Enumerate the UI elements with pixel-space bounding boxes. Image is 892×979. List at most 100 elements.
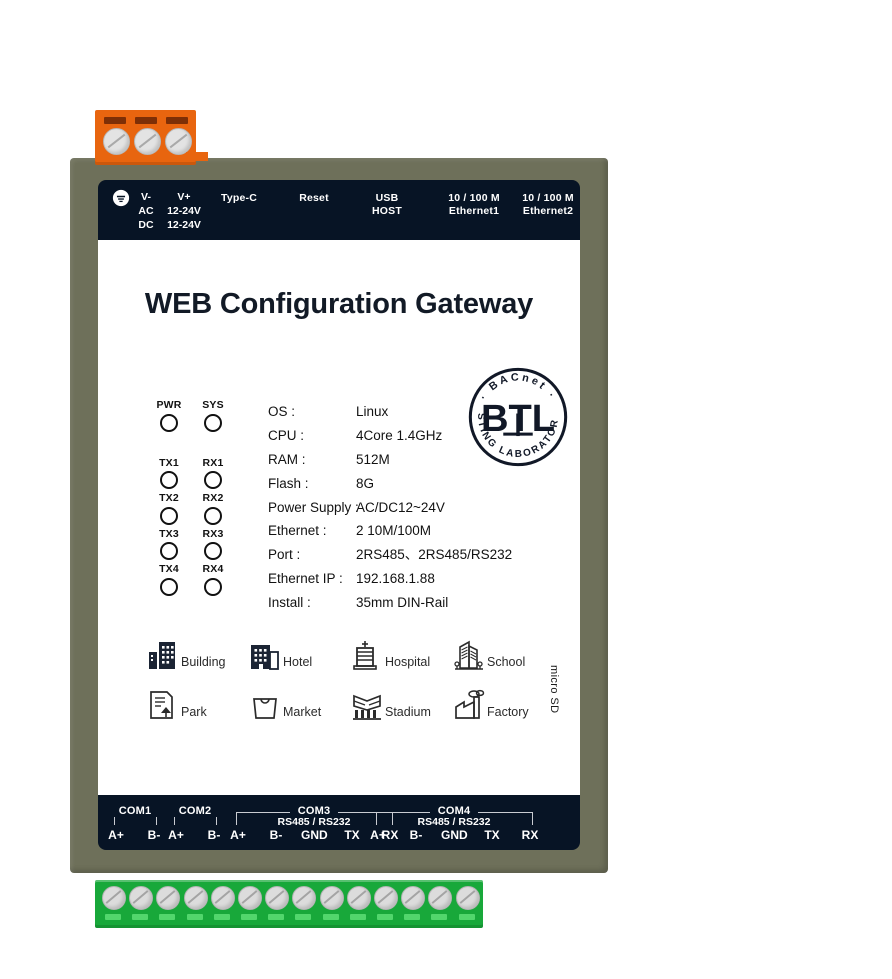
market-icon [248,688,282,722]
terminal-screw[interactable] [292,886,317,910]
led-dot-rx2 [204,506,222,525]
group-bracket-leg [376,812,377,825]
terminal-slot [322,914,339,920]
stadium-icon [350,688,384,722]
power-label-dc: DC [138,219,154,232]
led-pwr: PWR [156,399,182,432]
application-label: Factory [487,705,529,719]
application-icon-row: Building Hotel Hospital School [146,638,566,672]
terminal-pin-label: B- [409,828,423,842]
terminal-slot [135,117,157,124]
terminal-screw[interactable] [346,886,371,910]
terminal-slot [377,914,393,920]
application-label: Building [181,655,226,669]
terminal-screw[interactable] [455,886,480,910]
application-item: Stadium [350,688,452,722]
port-label-ethernet2: 10 / 100 M Ethernet2 [522,192,574,218]
terminal-slot [213,914,230,920]
application-label: Hotel [283,655,313,669]
micro-sd-slot-label: micro SD [548,665,560,714]
application-label: Market [283,705,322,719]
application-item: School [452,638,554,672]
terminal-screw[interactable] [102,886,126,910]
terminal-screw[interactable] [210,886,235,910]
led-rx3: RX3 [200,528,226,561]
spec-key: Ethernet : [268,523,327,539]
group-bracket-leg [532,812,533,825]
terminal-screw[interactable] [238,886,262,910]
spec-key: Install : [268,595,311,611]
terminal-pin-label: A+ [370,828,386,842]
terminal-slot [132,914,149,920]
spec-value: 2 10M/100M [356,523,432,539]
spec-value: 35mm DIN-Rail [356,595,449,611]
power-label-vminus: V- [141,191,151,203]
led-tx4: TX4 [156,564,182,596]
spec-key: CPU : [268,427,305,443]
terminal-screw[interactable] [265,886,290,910]
application-item: Hotel [248,638,350,672]
led-row-ch2: TX2 RX2 [156,493,226,525]
led-rx2: RX2 [200,493,226,525]
terminal-screw[interactable] [103,128,130,155]
terminal-slot [186,914,203,920]
terminal-pin-label: B- [207,828,221,842]
terminal-pin-label: GND [301,828,328,842]
led-dot-pwr [160,413,178,432]
port-label-reset: Reset [299,192,329,204]
front-label-panel: WEB Configuration Gateway PWR SYS TX1 RX… [98,240,580,795]
spec-key: Flash : [268,475,309,491]
led-sys: SYS [200,399,226,432]
led-dot-rx1 [204,471,222,490]
led-dot-tx3 [160,542,178,561]
park-icon [146,688,180,722]
led-tx2: TX2 [156,493,182,525]
terminal-slot [295,914,312,920]
application-label: School [487,655,526,669]
terminal-screw[interactable] [134,128,161,155]
application-icon-grid: Building Hotel Hospital School Park Market Sta… [146,638,566,738]
signal-terminal-block[interactable] [95,880,483,928]
led-row-status: PWR SYS [156,399,226,432]
power-label-ac: AC [138,205,154,218]
spec-value: AC/DC12~24V [356,499,445,515]
terminal-slot [241,914,257,920]
top-port-panel: V- V+ AC 12-24V DC 12-24V Type-C Reset U… [98,180,580,240]
terminal-pin-label: RX [521,828,539,842]
terminal-screw[interactable] [165,128,192,155]
spec-row: Ethernet : 2 10M/100M [268,519,512,543]
terminal-slot [458,914,475,920]
earth-ground-icon [112,189,130,207]
terminal-pin-label: A+ [108,828,124,842]
spec-row: Install : 35mm DIN-Rail [268,591,512,615]
terminal-screw[interactable] [374,886,398,910]
led-dot-rx4 [204,577,222,596]
led-row-ch4: TX4 RX4 [156,564,226,596]
led-dot-tx2 [160,506,178,525]
led-rx4: RX4 [200,564,226,596]
power-terminal-block[interactable] [95,110,196,165]
terminal-screw[interactable] [156,886,181,910]
terminal-screw[interactable] [401,886,426,910]
led-tx3: TX3 [156,528,182,561]
application-icon-row: Park Market Stadium Factory [146,688,566,722]
spec-value: 2RS485、2RS485/RS232 [356,547,513,563]
spec-row: Flash : 8G [268,472,512,496]
terminal-screw[interactable] [428,886,453,910]
application-item: Park [146,688,248,722]
terminal-pin-label: GND [441,828,468,842]
led-row-ch3: TX3 RX3 [156,528,226,561]
power-label-ac-range: 12-24V [167,205,201,218]
terminal-screw[interactable] [183,886,208,910]
terminal-pin-label: TX [344,828,360,842]
terminal-screw[interactable] [319,886,344,910]
terminal-slot [166,117,188,124]
terminal-screw[interactable] [129,886,154,910]
terminal-pin-label: TX [484,828,500,842]
spec-value: 192.168.1.88 [356,571,435,587]
led-dot-tx4 [160,577,178,596]
led-dot-tx1 [160,471,178,490]
terminal-slot [349,914,366,920]
com-group-title: COM2 [171,805,219,817]
terminal-block-foot [186,152,208,161]
